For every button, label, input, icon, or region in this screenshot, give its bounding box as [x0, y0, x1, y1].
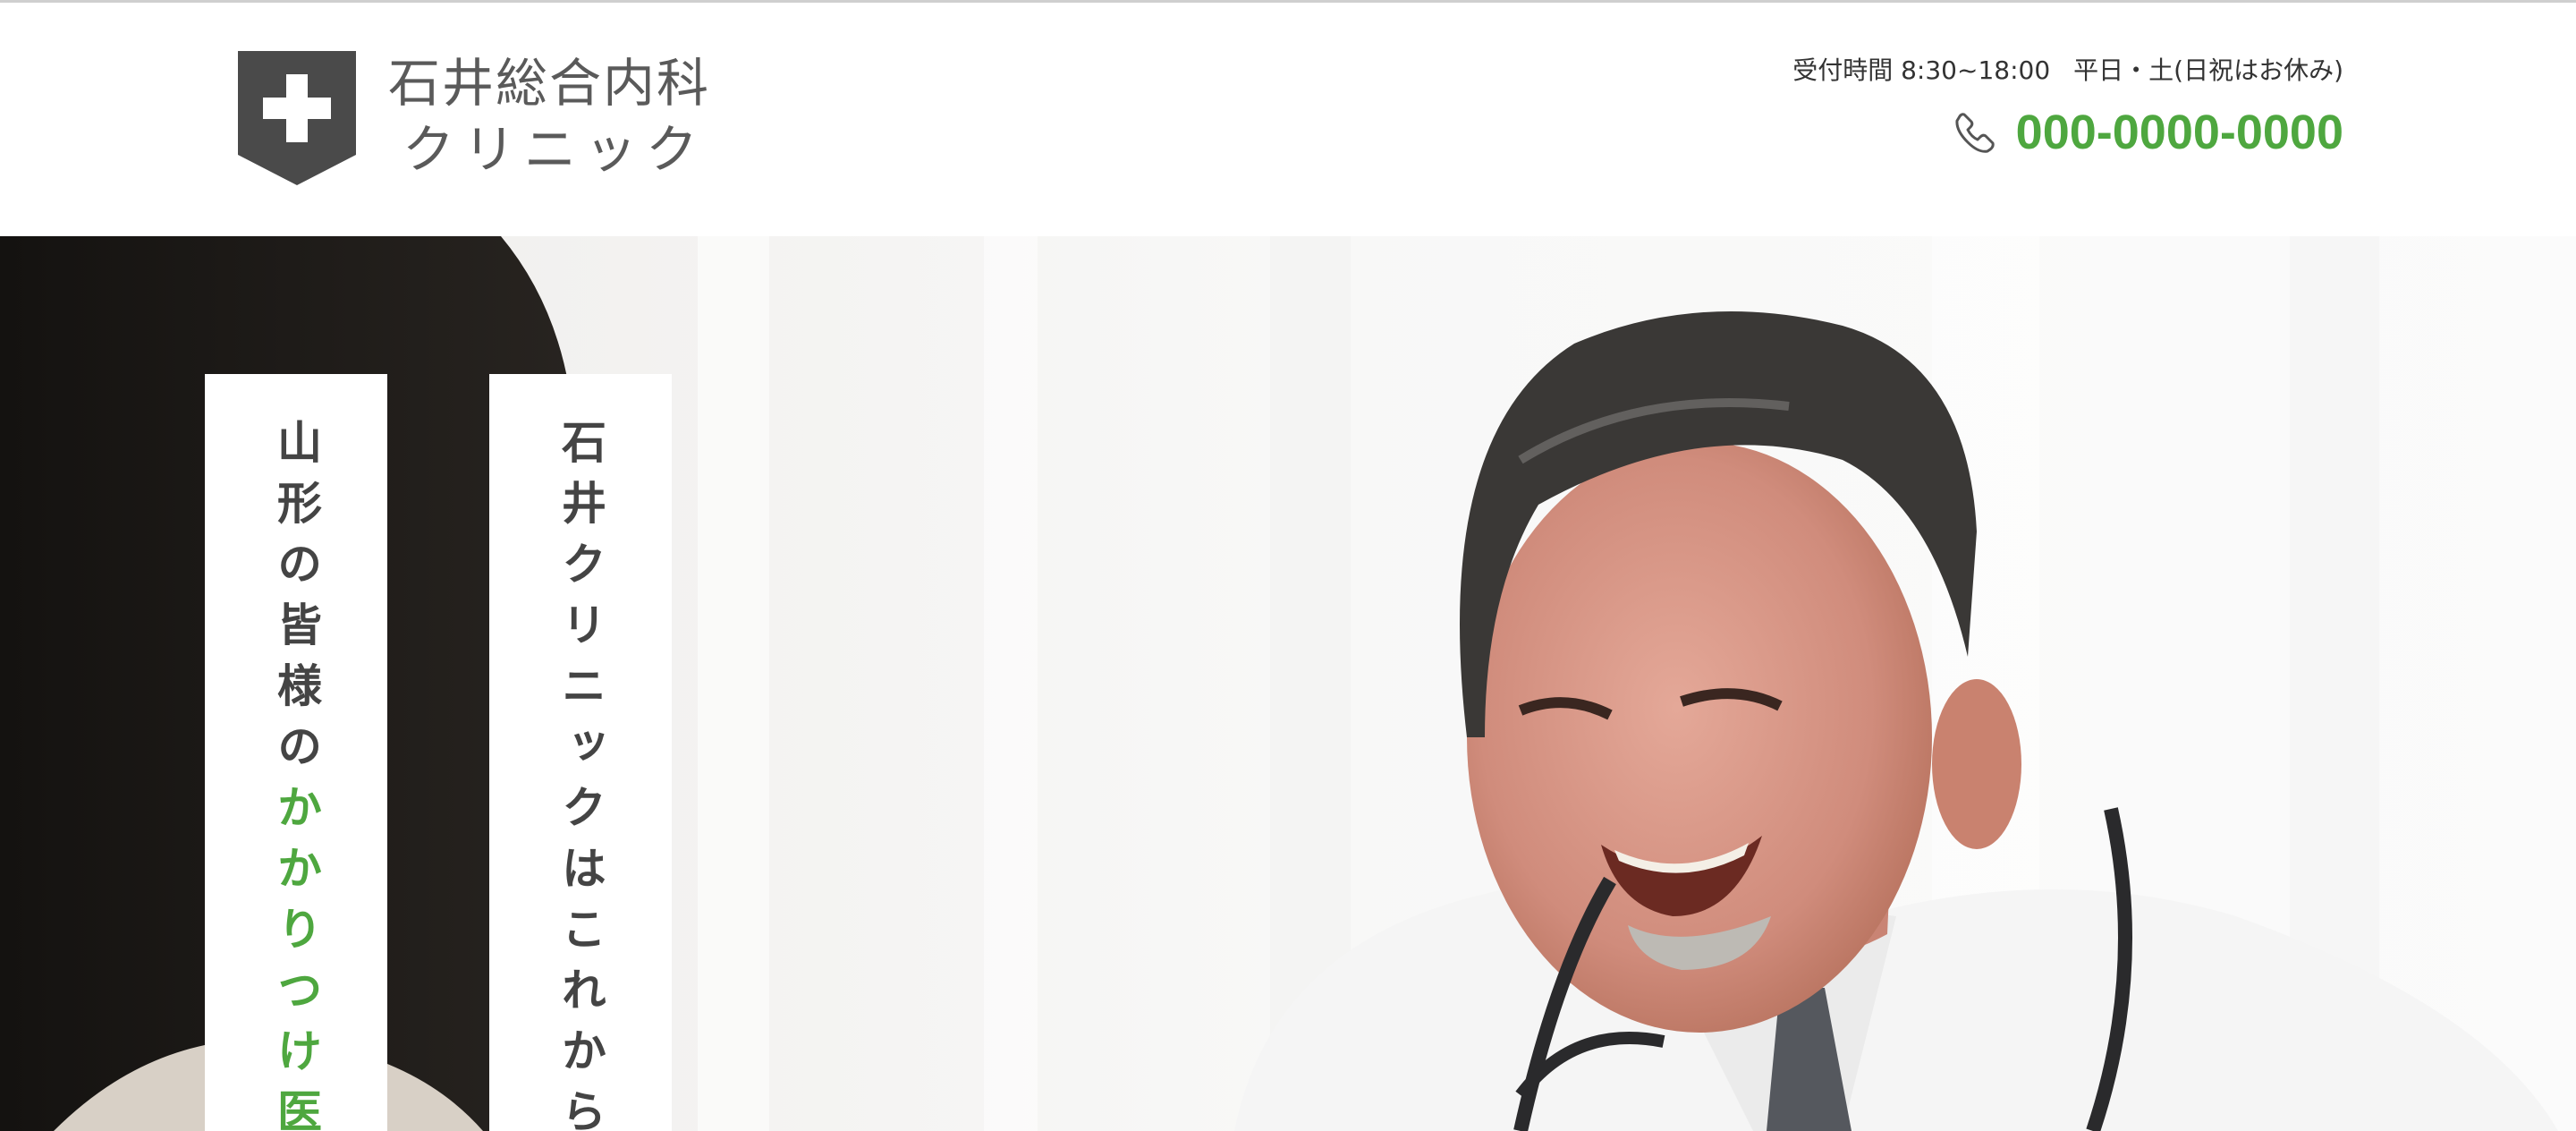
hero-tagline-box-2: 石井クリニックはこれから — [489, 374, 672, 1131]
reception-hours-days: 平日・土(日祝はお休み) — [2073, 55, 2343, 85]
hero-tagline-1-text: 山形の皆様の — [270, 419, 322, 784]
phone-icon — [1955, 113, 1995, 153]
hero-tagline-box-1: 山形の皆様のかかりつけ医 — [205, 374, 387, 1131]
clinic-name-line1: 石井総合内科 — [387, 53, 710, 114]
hero-tagline-1-highlight: かかりつけ医 — [270, 784, 322, 1131]
clinic-name-line2: クリニック — [402, 119, 707, 180]
site-header: 石井総合内科 クリニック 受付時間 8:30~18:00 平日・土(日祝はお休み)… — [0, 3, 2576, 236]
hero-tagline-2: 石井クリニックはこれから — [555, 419, 606, 1131]
medical-cross-shield-icon — [238, 51, 356, 185]
hero-section: 山形の皆様のかかりつけ医 石井クリニックはこれから — [0, 236, 2576, 1131]
hero-tagline-1: 山形の皆様のかかりつけ医 — [205, 374, 387, 1131]
phone-number-link[interactable]: 000-0000-0000 — [2016, 103, 2343, 162]
clinic-name: 石井総合内科 クリニック — [379, 51, 719, 183]
header-contact-info: 受付時間 8:30~18:00 平日・土(日祝はお休み) 000-0000-000… — [1717, 53, 2343, 162]
phone-row: 000-0000-0000 — [1717, 103, 2343, 162]
reception-hours: 受付時間 8:30~18:00 平日・土(日祝はお休み) — [1717, 53, 2343, 89]
clinic-logo-link[interactable]: 石井総合内科 クリニック — [238, 51, 721, 191]
reception-hours-time: 受付時間 8:30~18:00 — [1792, 55, 2051, 85]
